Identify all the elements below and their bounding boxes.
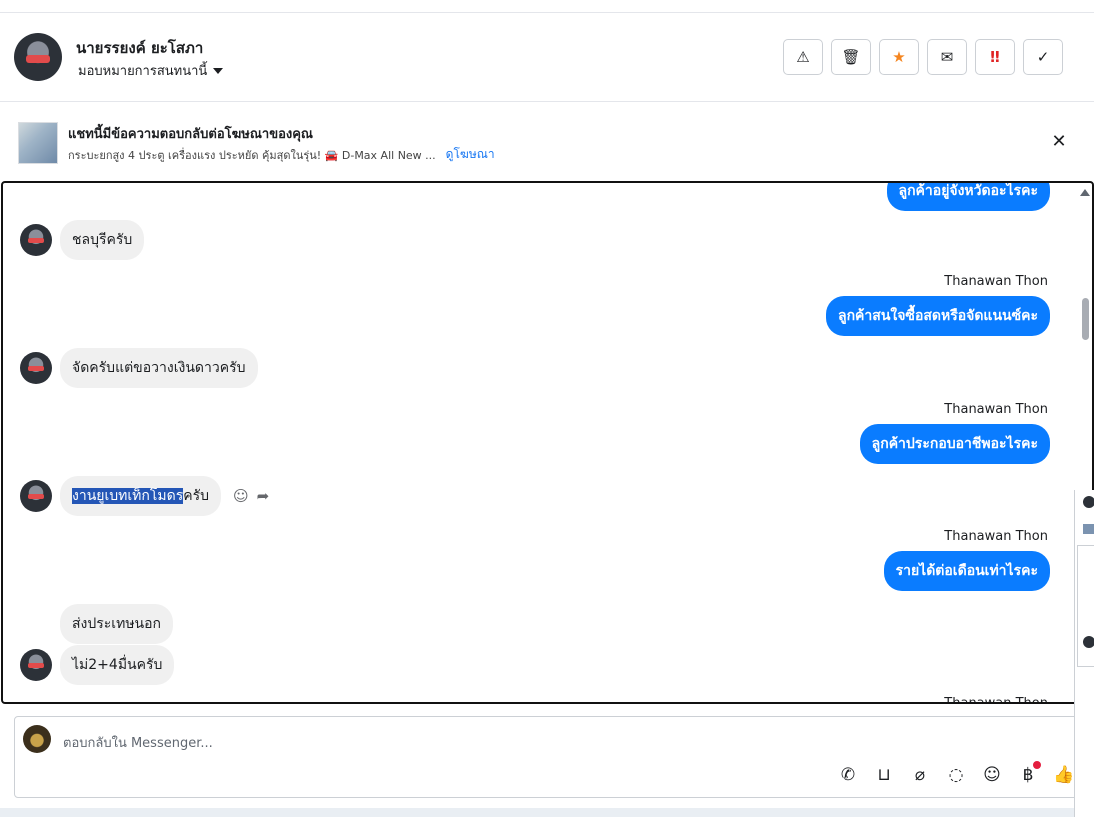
reply-arrow-icon[interactable]: ➦ [257, 487, 270, 505]
message-tools: ☺ ➦ [233, 487, 269, 505]
message-bubble[interactable]: ชลบุรีครับ [60, 220, 145, 260]
warning-icon: ⚠ [796, 48, 810, 66]
contact-name[interactable]: นายรรยงค์ ยะโสภา [76, 36, 203, 60]
outgoing-message[interactable]: ลูกค้าอยู่จังหวัดอะไรคะ [886, 183, 1050, 211]
star-icon: ★ [892, 48, 906, 66]
mark-unread-button[interactable]: ✉ [927, 39, 967, 75]
envelope-icon: ✉ [940, 48, 954, 66]
message-bubble[interactable]: ไม่2+4มื่นครับ [60, 645, 175, 685]
ad-banner-subtitle-row: กระบะยกสูง 4 ประตู เครื่องแรง ประหยัด คุ… [68, 145, 495, 164]
reply-composer: ตอบกลับใน Messenger... ✆ ⊔ ⌀ ◌ ☺ ฿ 👍 [14, 716, 1080, 798]
message-bubble[interactable]: จัดครับแต่ขอวางเงินดาวครับ [60, 348, 258, 388]
bottom-strip [0, 808, 1094, 817]
contact-avatar-small[interactable] [20, 480, 52, 512]
urgent-button[interactable]: ‼ [975, 39, 1015, 75]
sender-name: Thanawan Thon [944, 696, 1048, 704]
incoming-message: ชลบุรีครับ [20, 220, 145, 260]
message-bubble[interactable]: งานยูเบทเท็กโมดรครับ [60, 476, 222, 516]
outgoing-message[interactable]: รายได้ต่อเดือนเท่าไรคะ [883, 551, 1050, 591]
emoji-icon[interactable]: ☺ [981, 765, 1003, 785]
sender-name: Thanawan Thon [944, 529, 1048, 544]
avatar[interactable] [1083, 496, 1094, 508]
trash-icon: 🗑 [841, 48, 861, 66]
close-icon[interactable]: ✕ [1048, 131, 1070, 153]
incoming-message: ส่งประเทษนอก [60, 604, 174, 644]
ad-banner-subtitle: กระบะยกสูง 4 ประตู เครื่องแรง ประหยัด คุ… [68, 148, 436, 162]
delete-button[interactable]: 🗑 [831, 39, 871, 75]
side-panel-clipped [1074, 490, 1094, 817]
scroll-thumb[interactable] [1082, 298, 1089, 340]
contact-avatar-small[interactable] [20, 224, 52, 256]
incoming-message: งานยูเบทเท็กโมดรครับ ☺ ➦ [20, 476, 269, 516]
mark-done-button[interactable]: ✓ [1023, 39, 1063, 75]
paperclip-icon[interactable]: ⌀ [909, 765, 931, 785]
checkmark-icon: ✓ [1036, 48, 1050, 66]
star-button[interactable]: ★ [879, 39, 919, 75]
caret-down-icon [213, 67, 224, 74]
assign-label: มอบหมายการสนทนานี้ [78, 64, 208, 79]
message-text-rest: ครับ [183, 488, 210, 504]
outgoing-message[interactable]: ลูกค้าสนใจซื้อสดหรือจัดแนนซ์คะ [826, 296, 1050, 336]
incoming-message: ไม่2+4มื่นครับ [20, 645, 175, 685]
ad-reply-banner: แชทนี้มีข้อความตอบกลับต่อโฆษณาของคุณ กระ… [0, 103, 1094, 181]
page-avatar [23, 725, 51, 753]
assign-conversation-dropdown[interactable]: มอบหมายการสนทนานี้ [78, 60, 224, 81]
message-bubble[interactable]: ส่งประเทษนอก [60, 604, 174, 644]
inbox-page: นายรรยงค์ ยะโสภา มอบหมายการสนทนานี้ ⚠ 🗑 … [0, 0, 1094, 817]
contact-avatar-small[interactable] [20, 352, 52, 384]
react-emoji-icon[interactable]: ☺ [233, 487, 249, 505]
header-actions: ⚠ 🗑 ★ ✉ ‼ ✓ [783, 39, 1063, 75]
incoming-message: จัดครับแต่ขอวางเงินดาวครับ [20, 348, 258, 388]
baht-icon[interactable]: ฿ [1017, 761, 1041, 785]
selected-text: งานยูเบทเท็กโมดร [72, 488, 184, 504]
phone-plus-icon[interactable]: ✆ [837, 765, 859, 785]
chat-bubble-icon[interactable]: ◌ [945, 765, 967, 785]
view-ad-link[interactable]: ดูโฆษณา [446, 145, 495, 164]
message-thread[interactable]: ลูกค้าอยู่จังหวัดอะไรคะ ชลบุรีครับ Thana… [1, 181, 1094, 704]
double-exclamation-icon: ‼ [990, 48, 1000, 66]
report-spam-button[interactable]: ⚠ [783, 39, 823, 75]
panel-box [1077, 545, 1094, 667]
scroll-up-arrow-icon[interactable] [1080, 189, 1090, 196]
thumbnail [1083, 524, 1094, 534]
thumbs-up-icon[interactable]: 👍 [1053, 765, 1075, 785]
sender-name: Thanawan Thon [944, 274, 1048, 289]
shopping-bag-icon[interactable]: ⊔ [873, 765, 895, 785]
contact-avatar-small[interactable] [20, 649, 52, 681]
ad-thumbnail[interactable] [18, 122, 58, 164]
contact-avatar[interactable] [14, 33, 62, 81]
reply-input[interactable]: ตอบกลับใน Messenger... [63, 732, 213, 753]
sender-name: Thanawan Thon [944, 402, 1048, 417]
ad-banner-title: แชทนี้มีข้อความตอบกลับต่อโฆษณาของคุณ [68, 127, 313, 142]
avatar[interactable] [1083, 636, 1094, 648]
composer-toolbar: ✆ ⊔ ⌀ ◌ ☺ ฿ 👍 [837, 761, 1075, 785]
notification-dot [1033, 761, 1041, 769]
conversation-header: นายรรยงค์ ยะโสภา มอบหมายการสนทนานี้ ⚠ 🗑 … [0, 12, 1094, 102]
outgoing-message[interactable]: ลูกค้าประกอบอาชีพอะไรคะ [859, 424, 1050, 464]
